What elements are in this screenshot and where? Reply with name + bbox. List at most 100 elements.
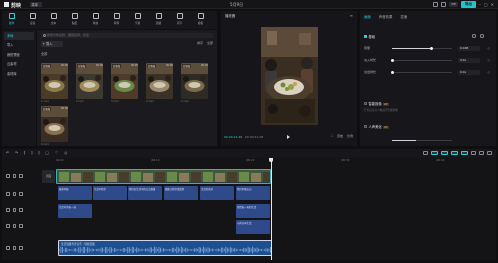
tool-transition[interactable]: 转场	[110, 13, 123, 25]
property-value-input[interactable]: 0.0dB	[458, 46, 480, 51]
speaker-icon[interactable]	[19, 174, 23, 178]
slider-knob[interactable]	[390, 70, 394, 74]
tool-effects[interactable]: 特效	[89, 13, 102, 25]
split-icon[interactable]: ⫿	[24, 151, 25, 155]
basic-section-toggle[interactable]: 基础	[364, 34, 375, 39]
property-value-input[interactable]: 0.0s	[458, 70, 480, 75]
video-preview[interactable]	[261, 27, 318, 125]
redo-icon[interactable]: ↷	[15, 151, 18, 155]
more-icon[interactable]: ≡	[350, 13, 353, 18]
undo-icon[interactable]: ↶	[6, 151, 9, 155]
menu-button[interactable]: 菜单	[30, 1, 42, 7]
zoom-out-icon[interactable]	[479, 150, 484, 155]
eye-icon[interactable]	[12, 208, 16, 212]
tool-audio[interactable]: 音频	[26, 13, 39, 25]
close-button[interactable]: ✕	[491, 2, 494, 7]
zoom-fit-icon[interactable]	[461, 150, 468, 155]
tab-picture[interactable]: 画面	[364, 14, 371, 19]
slider-knob[interactable]	[429, 46, 433, 50]
ratio-button[interactable]: 比例	[347, 134, 353, 138]
layout-icon[interactable]	[433, 1, 439, 7]
sidebar-item-0[interactable]: 本地	[4, 31, 34, 40]
delete-icon[interactable]: □	[46, 151, 49, 155]
text-clip[interactable]: 都能让我们感受到	[164, 186, 198, 200]
text-clip[interactable]: 很多时候	[58, 186, 92, 200]
reset-icon[interactable]	[472, 34, 476, 38]
lock-icon[interactable]	[6, 192, 10, 196]
tool-sticker[interactable]: 贴纸	[68, 13, 81, 25]
tool-template[interactable]: 模板	[194, 13, 207, 25]
import-button[interactable]: 导入	[41, 41, 63, 47]
link-icon[interactable]	[441, 150, 448, 155]
lock-icon[interactable]	[6, 224, 10, 228]
media-thumbnail[interactable]: 已添加	[146, 63, 173, 99]
media-thumbnail[interactable]: 已添加	[111, 63, 138, 99]
maximize-button[interactable]: □	[484, 2, 488, 7]
undo-all-icon[interactable]	[471, 150, 476, 155]
playhead[interactable]	[271, 158, 272, 260]
slider-knob[interactable]	[390, 58, 394, 62]
text-clip[interactable]: 生活中的每一刻	[58, 204, 92, 218]
text-clip[interactable]: 我们在生活中的点点滴滴	[128, 186, 162, 200]
lock-icon[interactable]	[6, 174, 10, 178]
tool-media[interactable]: 媒体	[5, 13, 18, 25]
favorite-icon[interactable]: ♡	[55, 151, 58, 155]
fullscreen-crop-icon[interactable]: ⛶	[331, 134, 333, 138]
text-clip[interactable]: 生活的美好	[200, 186, 234, 200]
text-clip[interactable]: 珍惜每一天的生活	[236, 204, 270, 218]
cover-button[interactable]: 封面	[42, 170, 55, 183]
text-clip[interactable]: 我们不能忘记	[236, 186, 270, 200]
lock-icon[interactable]	[6, 208, 10, 212]
sidebar-item-3[interactable]: 云素材	[4, 60, 34, 68]
snap-icon[interactable]	[431, 150, 438, 155]
video-clip-strip[interactable]	[56, 169, 271, 184]
property-value-input[interactable]: 0.0s	[458, 58, 480, 63]
microphone-icon[interactable]	[423, 150, 428, 155]
split-right-icon[interactable]: ⫿	[38, 151, 39, 155]
text-clip[interactable]: 生活中我们	[93, 186, 127, 200]
voice-strength-slider[interactable]	[392, 140, 452, 141]
minimize-button[interactable]: –	[479, 2, 481, 7]
property-slider[interactable]	[390, 58, 452, 62]
play-icon[interactable]	[287, 134, 290, 139]
zoom-in-icon[interactable]	[487, 150, 492, 155]
freeze-icon[interactable]: ◎	[64, 151, 67, 155]
sidebar-item-4[interactable]: 素材库	[4, 70, 34, 78]
text-clip[interactable]: 与你分享生活	[236, 220, 270, 234]
property-slider[interactable]	[390, 70, 452, 74]
tool-filter[interactable]: 滤镜	[152, 13, 165, 25]
keyframe-icon[interactable]: ◇	[487, 70, 490, 74]
media-thumbnail[interactable]: 已添加	[181, 63, 208, 99]
tab-speed[interactable]: 变速	[400, 14, 407, 19]
sidebar-item-2[interactable]: 我的预设	[4, 51, 34, 59]
lock-icon[interactable]	[6, 246, 10, 250]
media-thumbnail[interactable]: 已添加	[76, 63, 103, 99]
sort-dropdown[interactable]: 排序	[197, 41, 203, 45]
keyframe-icon[interactable]	[480, 34, 484, 38]
export-button[interactable]: 导出	[460, 1, 476, 8]
vip-badge[interactable]: VIP	[449, 1, 458, 7]
media-thumbnail[interactable]: 已添加	[41, 63, 68, 99]
filter-dropdown[interactable]: 全部	[207, 41, 213, 45]
property-slider[interactable]	[392, 46, 452, 50]
voice-beautify-toggle[interactable]: 人声美化 VIP	[364, 124, 389, 129]
preview-axis-icon[interactable]	[451, 150, 458, 155]
tab-sound-effect[interactable]: 声音效果	[379, 14, 393, 19]
search-input[interactable]: 搜索文件名称、图层名称、标签	[41, 33, 213, 38]
tool-text[interactable]: 文本	[47, 13, 60, 25]
split-left-icon[interactable]: ⫿	[31, 151, 32, 155]
keyframe-icon[interactable]: ◇	[487, 46, 490, 50]
eye-icon[interactable]	[12, 174, 16, 178]
speaker-icon[interactable]	[19, 224, 23, 228]
eye-icon[interactable]	[12, 224, 16, 228]
time-ruler[interactable]: 00:00 |00:10 |00:20 |00:30 |00:40	[56, 159, 494, 165]
tool-adjust[interactable]: 调节	[173, 13, 186, 25]
speaker-icon[interactable]	[19, 208, 23, 212]
speaker-icon[interactable]	[19, 192, 23, 196]
keyframe-icon[interactable]: ◇	[487, 58, 490, 62]
eye-icon[interactable]	[12, 246, 16, 250]
smart-cutout-toggle[interactable]: 智能抠像 VIP	[364, 101, 389, 106]
media-thumbnail[interactable]: 已添加	[41, 106, 68, 142]
audio-clip[interactable]: 生活温暖背景音乐 - 轻松温馨	[58, 240, 272, 256]
tool-caption[interactable]: 字幕	[131, 13, 144, 25]
